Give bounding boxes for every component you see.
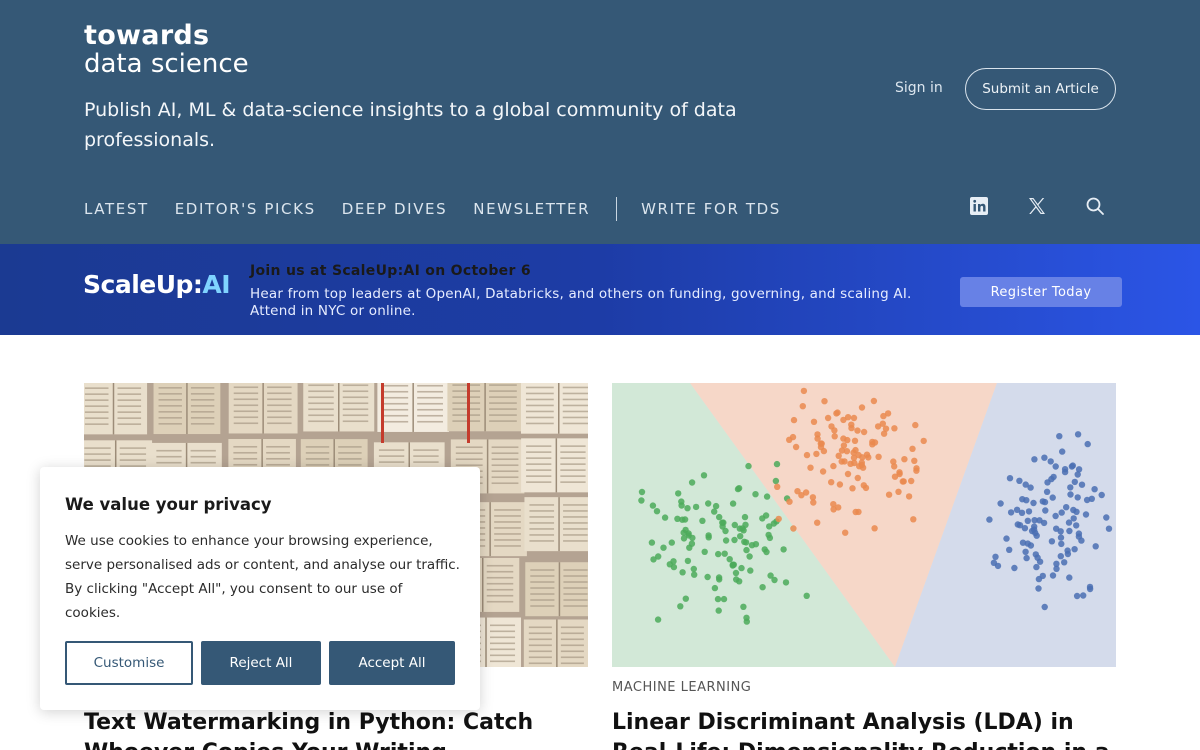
- x-icon[interactable]: [1025, 194, 1049, 218]
- scaleup-logo: ScaleUp:AI: [83, 270, 231, 299]
- search-icon[interactable]: [1083, 194, 1107, 218]
- banner-description: Hear from top leaders at OpenAI, Databri…: [250, 286, 912, 319]
- cookie-text: We use cookies to enhance your browsing …: [65, 533, 460, 621]
- customise-button[interactable]: Customise: [65, 641, 193, 685]
- site-logo[interactable]: towards data science: [84, 20, 249, 79]
- banner-title: Join us at ScaleUp:AI on October 6: [250, 263, 531, 279]
- nav-editors-picks[interactable]: EDITOR'S PICKS: [175, 200, 316, 218]
- nav-divider: [616, 197, 618, 221]
- article-category-2[interactable]: MACHINE LEARNING: [612, 680, 751, 695]
- logo-line-1: towards: [84, 20, 210, 51]
- sign-in-link[interactable]: Sign in: [895, 80, 943, 96]
- linkedin-icon[interactable]: [967, 194, 991, 218]
- article-title-2[interactable]: Linear Discriminant Analysis (LDA) in Re…: [612, 708, 1116, 750]
- nav-latest[interactable]: LATEST: [84, 200, 149, 218]
- register-today-button[interactable]: Register Today: [960, 277, 1122, 307]
- main-nav: LATEST EDITOR'S PICKS DEEP DIVES NEWSLET…: [84, 197, 807, 221]
- cookie-title: We value your privacy: [65, 495, 272, 514]
- scaleup-logo-main: ScaleUp:: [83, 270, 203, 299]
- nav-deep-dives[interactable]: DEEP DIVES: [342, 200, 448, 218]
- article-title-1[interactable]: Text Watermarking in Python: Catch Whoev…: [84, 708, 588, 750]
- site-header: towards data science Publish AI, ML & da…: [0, 0, 1200, 244]
- submit-article-button[interactable]: Submit an Article: [965, 68, 1116, 110]
- logo-line-2: data science: [84, 49, 249, 79]
- reject-all-button[interactable]: Reject All: [201, 641, 321, 685]
- site-tagline: Publish AI, ML & data-science insights t…: [84, 99, 737, 151]
- cookie-consent-dialog: We value your privacy We use cookies to …: [40, 467, 480, 710]
- nav-write-for-tds[interactable]: WRITE FOR TDS: [641, 200, 781, 218]
- article-image-lda-scatter[interactable]: [612, 383, 1116, 667]
- nav-newsletter[interactable]: NEWSLETTER: [473, 200, 590, 218]
- scaleup-logo-ai: AI: [202, 270, 231, 299]
- accept-all-button[interactable]: Accept All: [329, 641, 455, 685]
